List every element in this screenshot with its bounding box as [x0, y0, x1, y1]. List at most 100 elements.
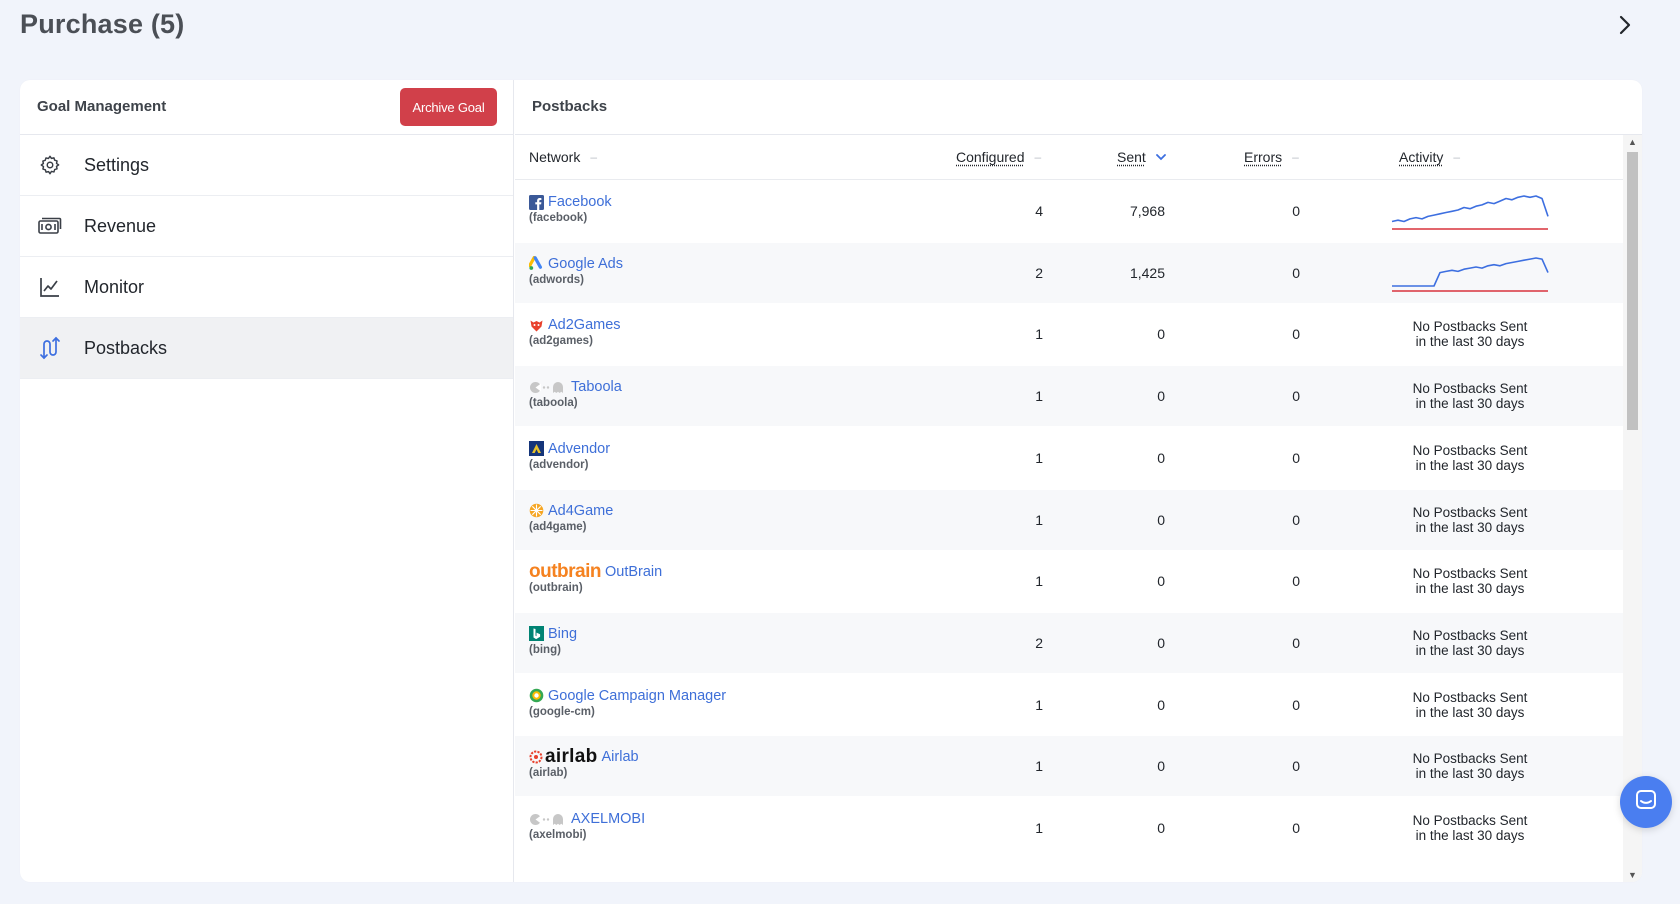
activity-cell: No Postbacks Sent in the last 30 days	[1370, 551, 1570, 611]
scrollbar[interactable]: ▲ ▼	[1623, 135, 1642, 882]
network-code: (taboola)	[529, 397, 578, 410]
configured-count: 1	[1035, 388, 1043, 405]
no-activity-text: No Postbacks Sent in the last 30 days	[1412, 504, 1528, 535]
ad4game-icon	[529, 503, 544, 518]
bing-icon	[529, 626, 544, 642]
archive-goal-button[interactable]: Archive Goal	[400, 88, 497, 126]
network-cell: AXELMOBI (axelmobi)	[529, 810, 645, 841]
table-row[interactable]: outbrain OutBrain (outbrain) 1 0 0 No Postback…	[515, 551, 1623, 611]
network-cell: Advendor (advendor)	[529, 440, 610, 471]
errors-count: 0	[1292, 449, 1300, 466]
table-row[interactable]: airlab Airlab (airlab) 1 0 0 No Postbacks Sent…	[515, 736, 1623, 797]
table-row[interactable]: Taboola (taboola) 1 0 0 No Postbacks Sent in t…	[515, 366, 1623, 427]
configured-count: 1	[1035, 511, 1043, 528]
postbacks-title: Postbacks	[532, 98, 608, 115]
column-errors[interactable]: Errors –	[1244, 149, 1299, 165]
sort-icon: –	[1034, 150, 1042, 164]
sent-count: 0	[1157, 758, 1165, 775]
sort-icon: –	[1292, 150, 1299, 164]
network-link[interactable]: Bing	[548, 626, 577, 642]
no-activity-text: No Postbacks Sent in the last 30 days	[1412, 319, 1528, 350]
network-cell: outbrain OutBrain (outbrain)	[529, 562, 662, 594]
configured-count: 1	[1035, 573, 1043, 590]
network-code: (facebook)	[529, 212, 588, 224]
table-row[interactable]: Ad2Games (ad2games) 1 0 0 No Postbacks Sent in…	[515, 304, 1623, 364]
network-cell: Google Ads (adwords)	[529, 255, 623, 286]
column-sent[interactable]: Sent	[1117, 149, 1166, 165]
table-row[interactable]: Google Ads (adwords) 2 1,425 0	[515, 242, 1623, 303]
table-row[interactable]: Advendor (advendor) 1 0 0 No Postbacks Sent in…	[515, 428, 1623, 488]
chevron-right-icon[interactable]	[1612, 12, 1638, 38]
nav-item-postbacks[interactable]: Postbacks	[20, 318, 513, 379]
configured-count: 2	[1035, 634, 1043, 651]
network-link[interactable]: OutBrain	[605, 564, 662, 580]
activity-cell	[1370, 243, 1570, 303]
table-header: Network – Configured – Sent Errors – Act…	[515, 135, 1642, 180]
network-link[interactable]: Facebook	[548, 194, 612, 210]
taboola-icon	[529, 380, 567, 395]
network-code: (bing)	[529, 643, 561, 656]
goal-management-header: Goal Management Archive Goal	[20, 80, 513, 135]
google-ads-icon	[529, 256, 544, 271]
column-activity[interactable]: Activity –	[1399, 149, 1460, 165]
goal-management-panel: Goal Management Archive Goal Settings Re…	[20, 80, 514, 882]
page-title: Purchase (5)	[20, 9, 185, 39]
network-link[interactable]: Google Ads	[548, 256, 623, 272]
airlab-logo: airlab	[529, 747, 598, 766]
no-activity-text: No Postbacks Sent in the last 30 days	[1412, 627, 1528, 658]
network-code: (ad4game)	[529, 520, 587, 533]
network-link[interactable]: Ad4Game	[548, 503, 613, 519]
configured-count: 2	[1035, 264, 1043, 281]
network-link[interactable]: Advendor	[548, 441, 610, 457]
no-activity-text: No Postbacks Sent in the last 30 days	[1412, 751, 1528, 782]
errors-count: 0	[1292, 511, 1300, 528]
scroll-up-icon[interactable]: ▲	[1628, 137, 1637, 147]
activity-sparkline	[1392, 256, 1549, 292]
postbacks-panel: Postbacks Network – Configured – Sent Er…	[515, 80, 1642, 882]
no-activity-text: No Postbacks Sent in the last 30 days	[1412, 689, 1528, 720]
nav-label: Revenue	[84, 215, 157, 236]
chat-launcher-button[interactable]	[1620, 776, 1672, 828]
network-link[interactable]: Google Campaign Manager	[548, 688, 726, 704]
no-activity-text: No Postbacks Sent in the last 30 days	[1412, 813, 1528, 843]
goal-card: Goal Management Archive Goal Settings Re…	[20, 80, 1642, 882]
sent-count: 0	[1157, 820, 1165, 836]
column-configured[interactable]: Configured –	[956, 149, 1041, 165]
configured-count: 1	[1035, 758, 1043, 775]
network-code: (adwords)	[529, 273, 584, 286]
network-code: (advendor)	[529, 458, 589, 471]
nav-item-monitor[interactable]: Monitor	[20, 257, 513, 318]
network-link[interactable]: AXELMOBI	[571, 811, 645, 827]
network-code: (axelmobi)	[529, 829, 587, 841]
postback-icon	[36, 336, 64, 360]
scrollbar-thumb[interactable]	[1627, 152, 1638, 430]
table-row[interactable]: Google Campaign Manager (google-cm) 1 0 0 No …	[515, 675, 1623, 735]
table-row[interactable]: Bing (bing) 2 0 0 No Postbacks Sent in the las…	[515, 612, 1623, 673]
nav-item-revenue[interactable]: Revenue	[20, 196, 513, 257]
sent-series-line	[1391, 195, 1549, 223]
table-row[interactable]: Ad4Game (ad4game) 1 0 0 No Postbacks Sent in t…	[515, 489, 1623, 550]
google-cm-icon	[529, 688, 544, 703]
network-link[interactable]: Taboola	[571, 379, 622, 395]
column-label: Configured	[956, 149, 1025, 165]
network-link[interactable]: Airlab	[602, 749, 639, 765]
network-link[interactable]: Ad2Games	[548, 317, 621, 333]
activity-sparkline	[1391, 195, 1549, 230]
sent-series-line	[1392, 256, 1549, 287]
scroll-down-icon[interactable]: ▼	[1628, 870, 1637, 880]
network-code: (airlab)	[529, 767, 568, 780]
table-row[interactable]: Facebook (facebook) 4 7,968 0	[515, 181, 1623, 241]
table-row[interactable]: AXELMOBI (axelmobi) 1 0 0 No Postbacks Sent in…	[515, 798, 1623, 858]
configured-count: 1	[1035, 820, 1043, 836]
chat-icon	[1634, 788, 1658, 817]
sent-count: 0	[1157, 696, 1165, 713]
activity-cell: No Postbacks Sent in the last 30 days	[1370, 675, 1570, 735]
sent-count: 0	[1157, 573, 1165, 590]
network-cell: Bing (bing)	[529, 625, 577, 656]
sent-count: 0	[1157, 449, 1165, 466]
activity-cell: No Postbacks Sent in the last 30 days	[1370, 613, 1570, 673]
column-network[interactable]: Network –	[529, 149, 597, 165]
nav-label: Postbacks	[84, 337, 168, 358]
errors-count: 0	[1292, 758, 1300, 775]
nav-item-settings[interactable]: Settings	[20, 135, 513, 196]
